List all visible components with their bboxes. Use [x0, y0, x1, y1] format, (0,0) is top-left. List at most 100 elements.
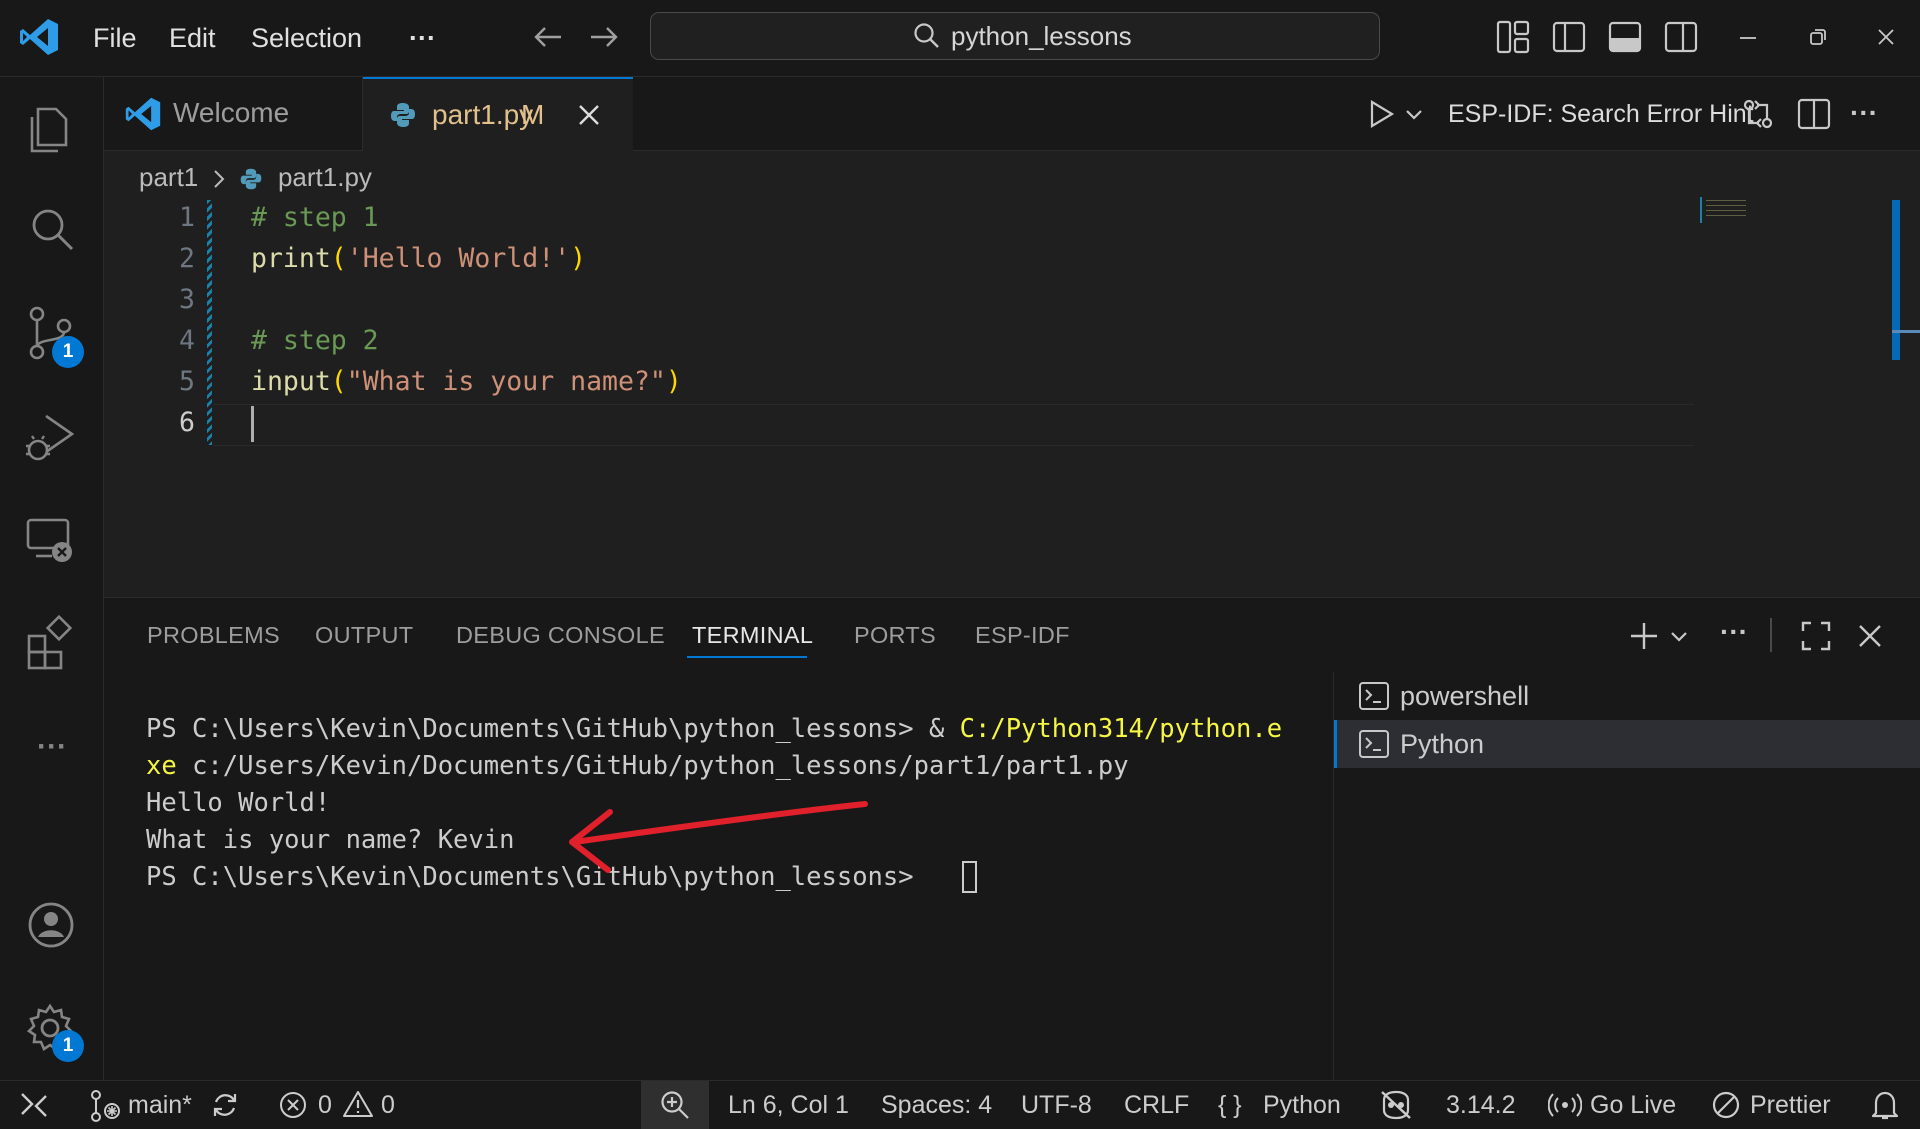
close-tab-icon[interactable]	[577, 103, 601, 127]
nav-forward-icon[interactable]	[588, 22, 620, 52]
maximize-panel-icon[interactable]	[1800, 620, 1832, 652]
terminal-list-item-powershell[interactable]: powershell	[1334, 672, 1920, 720]
new-terminal-plus-icon[interactable]	[1628, 620, 1660, 652]
toggle-secondary-sidebar-icon[interactable]	[1664, 20, 1698, 54]
run-dropdown-chevron-icon[interactable]	[1405, 109, 1423, 121]
cursor-position[interactable]: Ln 6, Col 1	[728, 1081, 849, 1129]
warnings-icon[interactable]	[342, 1089, 374, 1119]
notifications-bell-icon[interactable]	[1870, 1089, 1900, 1121]
vscode-tab-icon	[124, 95, 162, 133]
terminal-list-item-python[interactable]: Python	[1334, 720, 1920, 768]
esp-idf-search-error-hint[interactable]: ESP-IDF: Search Error Hint	[1448, 96, 1754, 132]
paren-token: )	[570, 243, 587, 274]
copilot-disabled-icon[interactable]	[1378, 1088, 1414, 1122]
title-bar: File Edit Selection ··· python_lessons	[0, 0, 1920, 77]
zoom-indicator[interactable]	[641, 1081, 709, 1129]
git-branch-icon[interactable]	[88, 1089, 122, 1123]
close-panel-icon[interactable]	[1856, 622, 1884, 650]
explorer-icon[interactable]	[20, 97, 82, 159]
comment-token: # step 2	[251, 325, 379, 356]
tab-esp-idf[interactable]: ESP-IDF	[975, 622, 1070, 649]
tab-part1-py[interactable]: part1.py M	[363, 77, 633, 151]
settings-gear-icon[interactable]: 1	[20, 998, 84, 1062]
source-control-badge: 1	[52, 336, 84, 368]
warnings-count[interactable]: 0	[381, 1081, 395, 1129]
paren-token: (	[330, 366, 347, 397]
terminal-list-label: Python	[1400, 729, 1485, 759]
toggle-panel-icon[interactable]	[1608, 20, 1642, 54]
breadcrumb-file[interactable]: part1.py	[278, 162, 372, 192]
status-bar: main* 0 0 Ln 6, Col 1 Spaces: 4 UTF-8 CR…	[0, 1080, 1920, 1129]
menu-more[interactable]: ···	[409, 18, 436, 58]
tab-output[interactable]: OUTPUT	[315, 622, 413, 649]
remote-explorer-icon[interactable]	[20, 508, 82, 570]
tab-terminal[interactable]: TERMINAL	[692, 622, 813, 649]
compare-changes-icon[interactable]	[1741, 97, 1775, 131]
menu-edit[interactable]: Edit	[169, 18, 216, 58]
vscode-logo-icon	[18, 16, 60, 58]
remote-indicator-icon[interactable]	[18, 1090, 50, 1120]
function-token: print	[251, 243, 331, 274]
customize-layout-icon[interactable]	[1496, 20, 1530, 54]
modified-indicator: M	[521, 99, 545, 130]
language-braces-icon[interactable]: { }	[1218, 1081, 1242, 1129]
run-python-file-icon[interactable]	[1367, 98, 1397, 130]
scrollbar-change-marker	[1892, 200, 1900, 360]
minimap[interactable]	[1706, 200, 1746, 220]
python-interpreter-version[interactable]: 3.14.2	[1446, 1081, 1516, 1129]
close-window-icon[interactable]	[1876, 27, 1896, 47]
python-file-icon	[389, 101, 417, 129]
extensions-icon[interactable]	[20, 612, 82, 674]
prettier-disabled-icon[interactable]	[1711, 1090, 1741, 1120]
search-view-icon[interactable]	[20, 198, 82, 260]
split-editor-icon[interactable]	[1797, 97, 1831, 131]
terminal-line-2: xe c:/Users/Kevin/Documents/GitHub/pytho…	[146, 751, 1129, 781]
breadcrumb-folder[interactable]: part1	[139, 162, 198, 192]
activity-more[interactable]: ···	[32, 730, 72, 763]
line-number: 4	[179, 325, 195, 356]
string-token: 'Hello World!'	[346, 243, 571, 274]
gutter-modified-indicator	[207, 200, 212, 445]
git-branch-name[interactable]: main*	[128, 1081, 192, 1129]
terminal-dropdown-chevron-icon[interactable]	[1670, 631, 1688, 643]
end-of-line[interactable]: CRLF	[1124, 1081, 1189, 1129]
breadcrumb-chevron-icon	[212, 168, 226, 190]
encoding[interactable]: UTF-8	[1021, 1081, 1092, 1129]
errors-icon[interactable]	[278, 1090, 308, 1120]
tab-problems[interactable]: PROBLEMS	[147, 622, 280, 649]
search-label: python_lessons	[951, 21, 1132, 51]
run-debug-icon[interactable]	[20, 406, 82, 468]
sync-changes-icon[interactable]	[210, 1090, 240, 1120]
prettier-status[interactable]: Prettier	[1750, 1081, 1831, 1129]
indentation[interactable]: Spaces: 4	[881, 1081, 992, 1129]
terminal-exe-path: xe	[146, 751, 177, 781]
toggle-primary-sidebar-icon[interactable]	[1552, 20, 1586, 54]
broadcast-icon[interactable]	[1548, 1091, 1582, 1119]
tab-welcome-label: Welcome	[173, 97, 290, 128]
terminal-script-path: c:/Users/Kevin/Documents/GitHub/python_l…	[176, 751, 1129, 781]
paren-token: )	[665, 366, 682, 397]
minimize-icon[interactable]	[1738, 36, 1758, 40]
go-live-button[interactable]: Go Live	[1590, 1081, 1676, 1129]
tab-debug-console[interactable]: DEBUG CONSOLE	[456, 622, 665, 649]
command-center-search[interactable]: python_lessons	[650, 12, 1380, 60]
errors-count[interactable]: 0	[318, 1081, 332, 1129]
menu-file[interactable]: File	[93, 18, 137, 58]
panel-more-actions[interactable]: ···	[1720, 616, 1748, 648]
source-control-icon[interactable]: 1	[20, 302, 84, 368]
tab-ports[interactable]: PORTS	[854, 622, 936, 649]
search-icon	[913, 22, 941, 50]
editor-more-actions[interactable]: ···	[1850, 97, 1878, 129]
terminal-icon	[1358, 728, 1390, 760]
terminal-list-label: powershell	[1400, 681, 1530, 711]
minimap-change-marker	[1700, 197, 1702, 223]
menu-selection[interactable]: Selection	[251, 18, 362, 58]
paren-token: (	[330, 243, 347, 274]
tab-welcome[interactable]: Welcome	[104, 77, 363, 150]
terminal-exe-path: C:/Python314/python.e	[959, 714, 1283, 744]
breadcrumb-python-icon	[239, 167, 263, 191]
language-mode[interactable]: Python	[1263, 1081, 1341, 1129]
restore-icon[interactable]	[1808, 27, 1828, 47]
nav-back-icon[interactable]	[532, 22, 564, 52]
accounts-icon[interactable]	[20, 894, 82, 956]
